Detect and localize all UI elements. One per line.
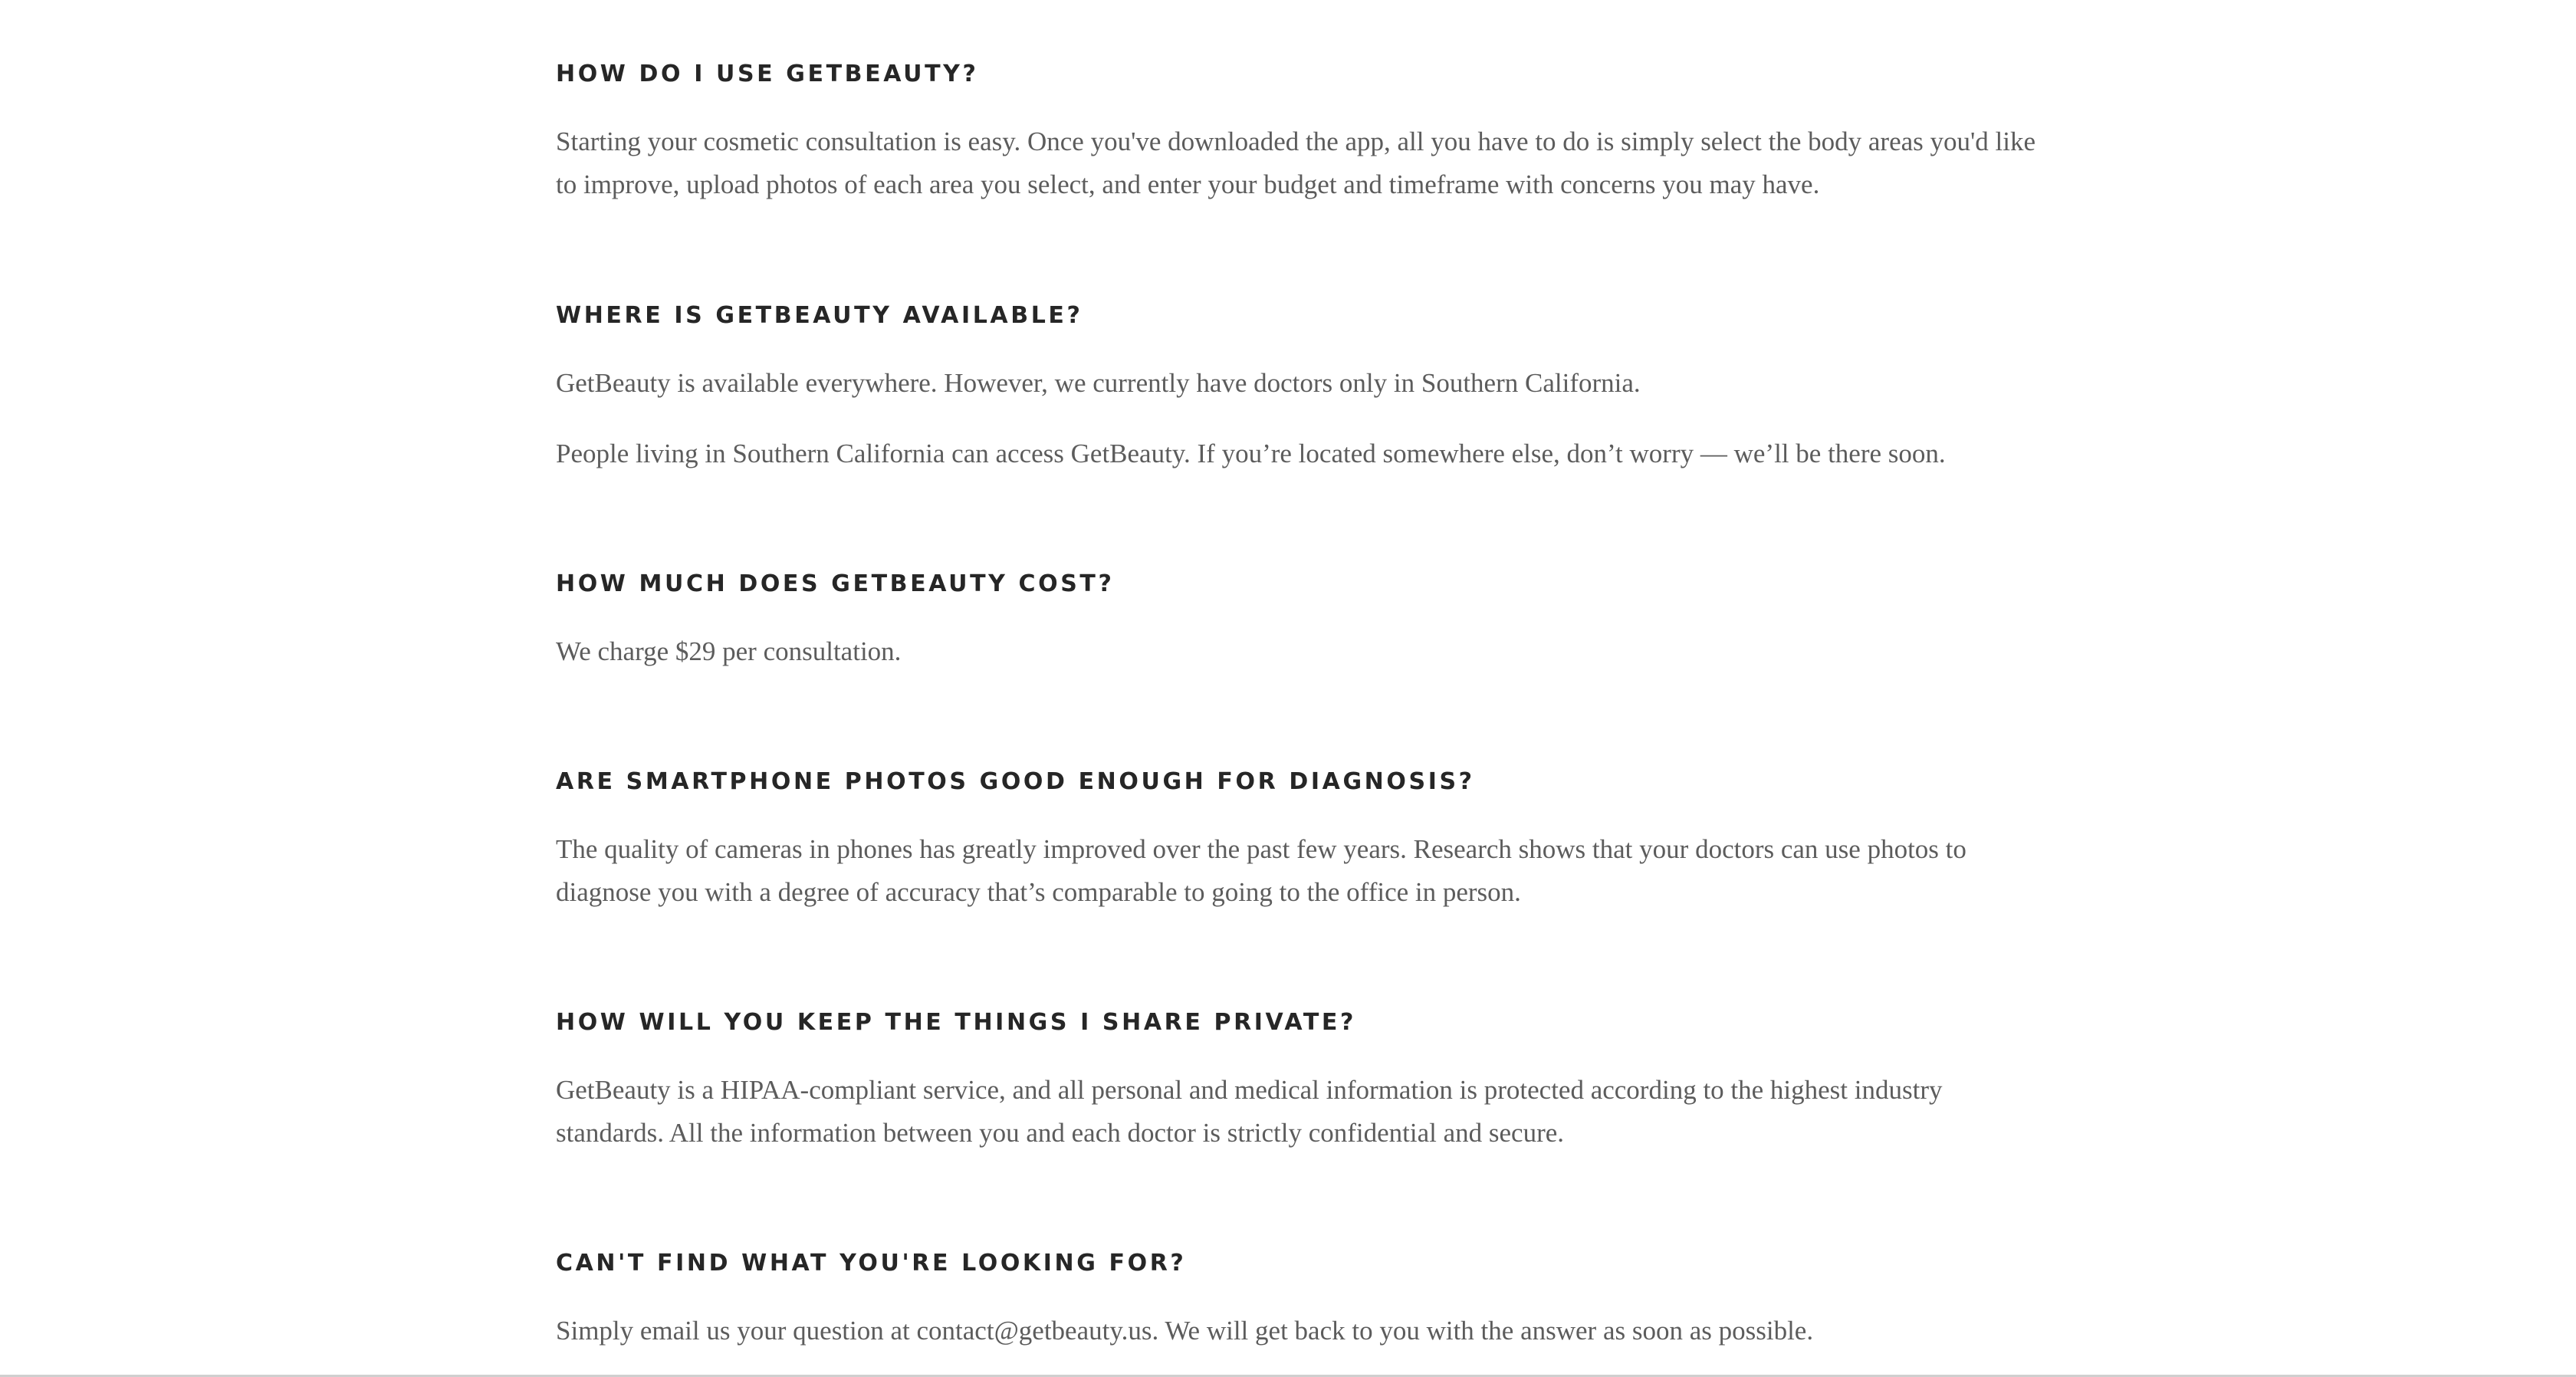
faq-question: HOW MUCH DOES GETBEAUTY COST? [556, 570, 1115, 597]
faq-item-privacy: HOW WILL YOU KEEP THE THINGS I SHARE PRI… [556, 1006, 2043, 1155]
faq-answer: People living in Southern California can… [556, 439, 1946, 468]
faq-question: HOW DO I USE GETBEAUTY? [556, 61, 979, 87]
faq-item-cost: HOW MUCH DOES GETBEAUTY COST? We charge … [556, 567, 2043, 673]
faq-answer: The quality of cameras in phones has gre… [556, 834, 1967, 907]
faq-item-contact: CAN'T FIND WHAT YOU'RE LOOKING FOR? Simp… [556, 1247, 2043, 1352]
faq-question: CAN'T FIND WHAT YOU'RE LOOKING FOR? [556, 1250, 1187, 1277]
faq-question: ARE SMARTPHONE PHOTOS GOOD ENOUGH FOR DI… [556, 768, 1475, 795]
faq-item-smartphone-photos: ARE SMARTPHONE PHOTOS GOOD ENOUGH FOR DI… [556, 765, 2043, 914]
faq-answer: Starting your cosmetic consultation is e… [556, 127, 2036, 199]
faq-item-availability: WHERE IS GETBEAUTY AVAILABLE? GetBeauty … [556, 299, 2043, 475]
faq-answer: GetBeauty is a HIPAA-compliant service, … [556, 1075, 1943, 1148]
faq-answer: Simply email us your question at contact… [556, 1316, 1814, 1346]
faq-question: WHERE IS GETBEAUTY AVAILABLE? [556, 302, 1083, 329]
faq-item-how-to-use: HOW DO I USE GETBEAUTY? Starting your co… [556, 58, 2043, 206]
faq-question: HOW WILL YOU KEEP THE THINGS I SHARE PRI… [556, 1009, 1356, 1036]
faq-answer: We charge $29 per consultation. [556, 636, 902, 666]
faq-answer: GetBeauty is available everywhere. Howev… [556, 368, 1641, 398]
